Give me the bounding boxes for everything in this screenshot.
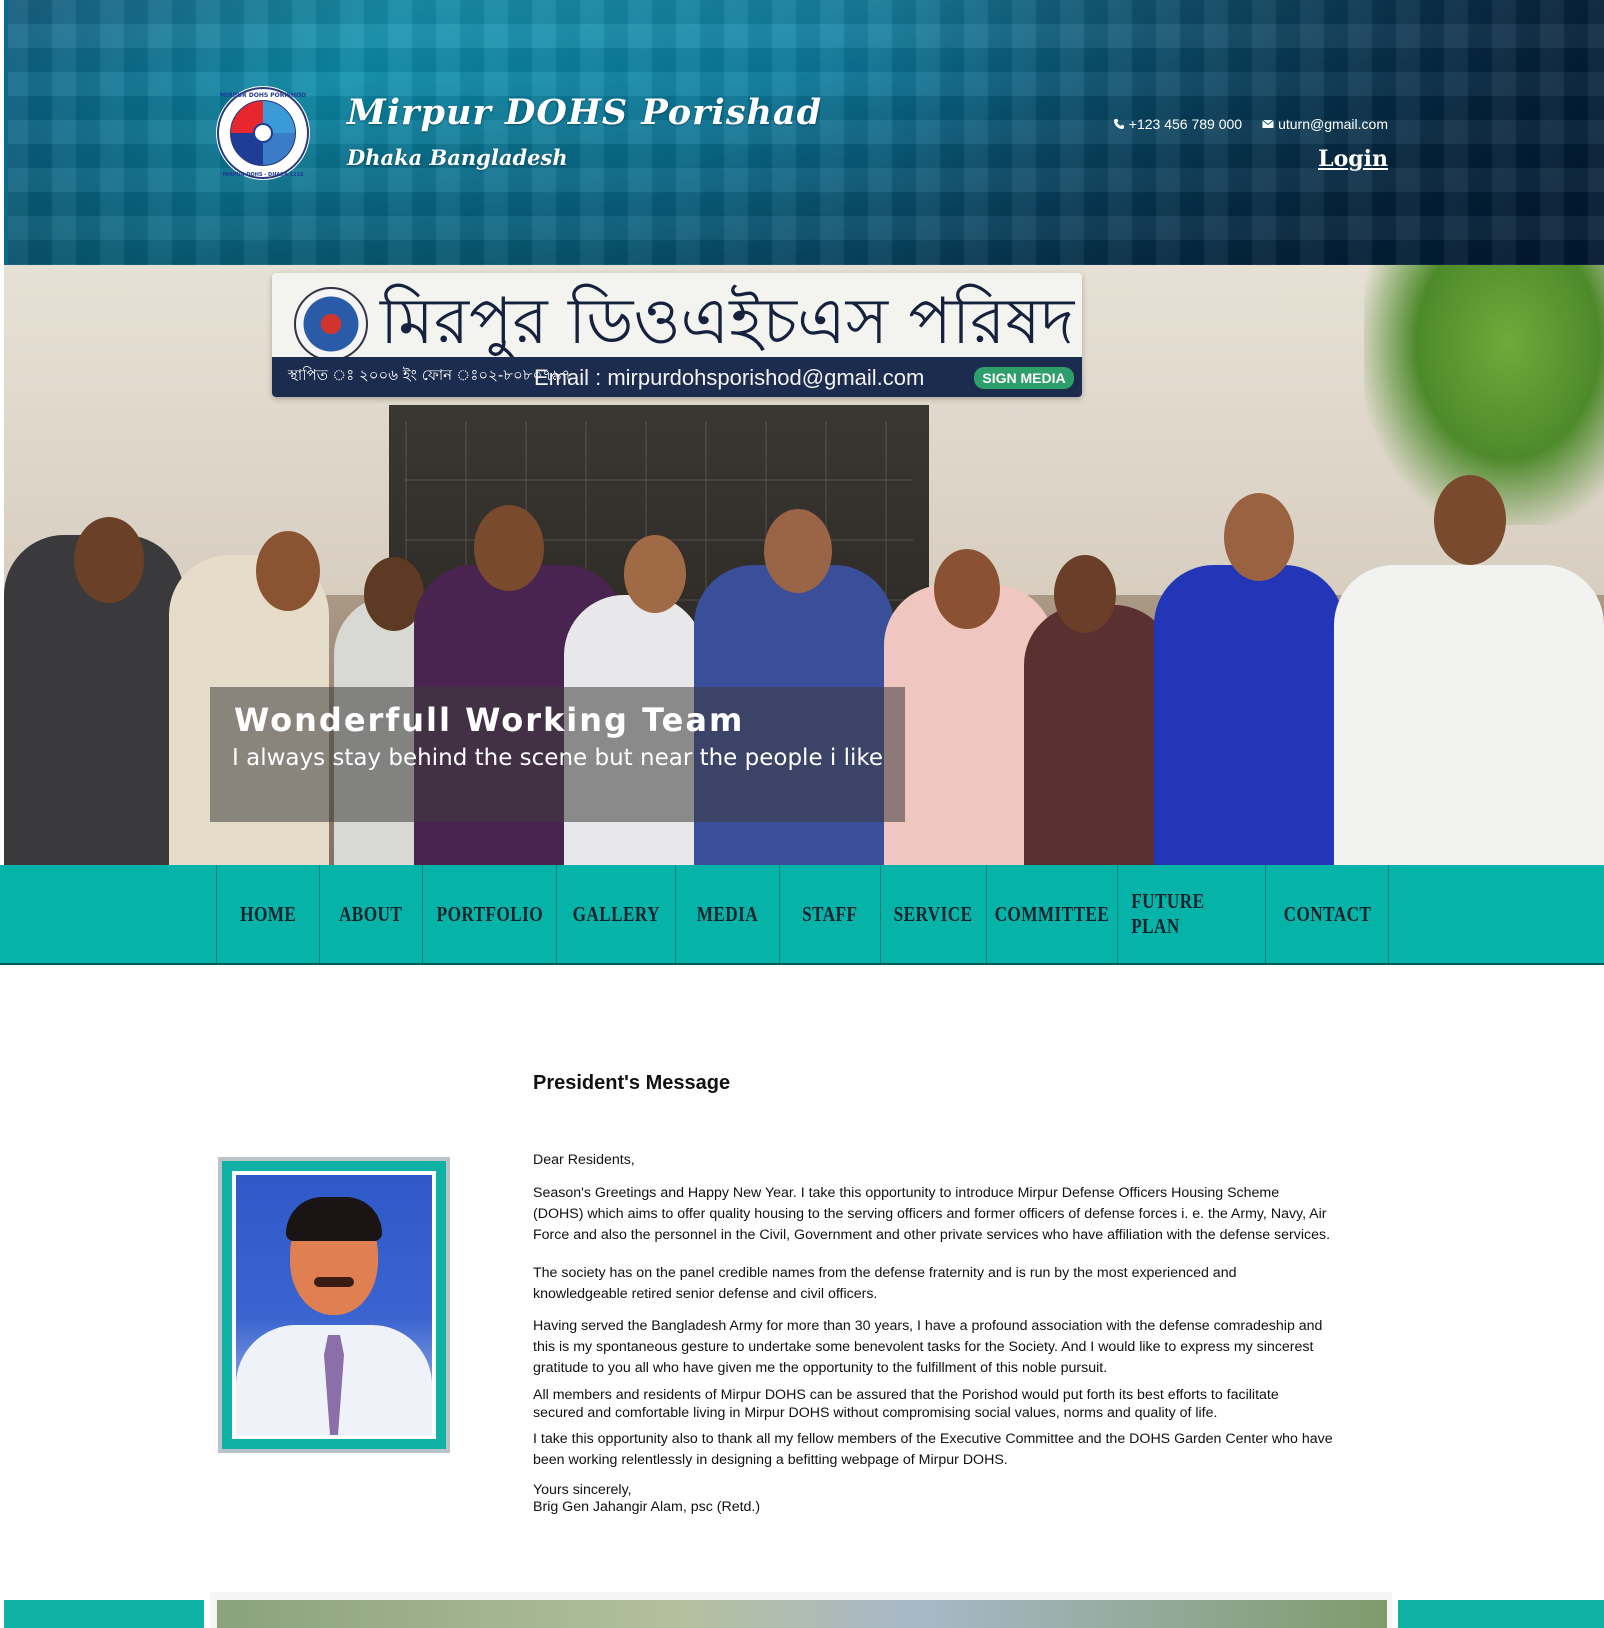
nav-item-future-plan[interactable]: FUTURE PLAN — [1118, 865, 1266, 963]
contact-info: +123 456 789 000 uturn@gmail.com — [1113, 116, 1388, 132]
nav-item-label: FUTURE PLAN — [1131, 889, 1205, 938]
site-subtitle: Dhaka Bangladesh — [347, 145, 568, 170]
nav-item-label: ABOUT — [339, 901, 403, 926]
nav-item-label: STAFF — [802, 901, 858, 926]
footer-banner-image — [217, 1600, 1387, 1628]
envelope-icon — [1262, 119, 1274, 128]
nav-item-staff[interactable]: STAFF — [780, 865, 881, 963]
president-portrait — [218, 1157, 450, 1453]
nav-item-label: GALLERY — [572, 901, 660, 926]
signboard-badge: SIGN MEDIA — [974, 367, 1074, 389]
nav-item-label: HOME — [239, 901, 297, 926]
section-title: President's Message — [533, 1072, 731, 1094]
slide-caption-title: Wonderfull Working Team — [234, 701, 745, 739]
slide-caption: Wonderfull Working Team I always stay be… — [210, 687, 905, 822]
office-signboard: মিরপুর ডিওএইচএস পরিষদ স্থাপিত ঃ ২০০৬ ইং … — [272, 273, 1082, 397]
nav-item-label: SERVICE — [894, 901, 973, 926]
message-salutation: Dear Residents, — [533, 1152, 635, 1168]
nav-item-gallery[interactable]: GALLERY — [557, 865, 676, 963]
message-closing: Yours sincerely, — [533, 1482, 632, 1498]
phone-contact[interactable]: +123 456 789 000 — [1113, 116, 1242, 132]
phone-icon — [1113, 119, 1124, 129]
hero-slider[interactable]: মিরপুর ডিওএইচএস পরিষদ স্থাপিত ঃ ২০০৬ ইং … — [4, 265, 1604, 865]
message-paragraph: All members and residents of Mirpur DOHS… — [533, 1387, 1279, 1421]
president-photo — [236, 1175, 432, 1435]
message-paragraph: Having served the Bangladesh Army for mo… — [533, 1318, 1323, 1376]
nav-item-label: COMMITTEE — [994, 901, 1110, 926]
logo-top-text: MIRPUR DOHS PORISHOD — [220, 92, 306, 99]
footer-accent-left — [4, 1600, 204, 1628]
email-address: uturn@gmail.com — [1278, 116, 1388, 132]
nav-item-home[interactable]: HOME — [217, 865, 320, 963]
phone-number: +123 456 789 000 — [1128, 116, 1243, 132]
email-contact[interactable]: uturn@gmail.com — [1262, 116, 1388, 132]
nav-item-service[interactable]: SERVICE — [881, 865, 987, 963]
login-link[interactable]: Login — [1318, 146, 1388, 172]
main-navigation: HOME ABOUT PORTFOLIO GALLERY MEDIA STAFF… — [0, 865, 1604, 965]
nav-item-about[interactable]: ABOUT — [320, 865, 423, 963]
nav-item-contact[interactable]: CONTACT — [1266, 865, 1389, 963]
site-header: MIRPUR DOHS PORISHOD MIRPUR DOHS - DHAKA… — [4, 0, 1604, 265]
nav-item-committee[interactable]: COMMITTEE — [987, 865, 1118, 963]
signboard-info: স্থাপিত ঃ ২০০৬ ইং ফোন ঃ০২-৮০৮০৭৯৭ — [288, 366, 572, 384]
message-paragraph: The society has on the panel credible na… — [533, 1265, 1237, 1302]
slide-caption-text: I always stay behind the scene but near … — [232, 745, 884, 771]
site-logo[interactable]: MIRPUR DOHS PORISHOD MIRPUR DOHS - DHAKA… — [216, 86, 310, 180]
nav-item-portfolio[interactable]: PORTFOLIO — [423, 865, 557, 963]
message-body: Dear Residents, Season's Greetings and H… — [533, 1150, 1333, 1516]
site-title[interactable]: Mirpur DOHS Porishad — [347, 92, 822, 133]
message-paragraph: I take this opportunity also to thank al… — [533, 1431, 1333, 1468]
nav-item-media[interactable]: MEDIA — [676, 865, 780, 963]
logo-bottom-text: MIRPUR DOHS - DHAKA 1216 — [222, 172, 304, 178]
signboard-emblem-icon — [294, 287, 368, 361]
nav-item-label: CONTACT — [1283, 901, 1371, 926]
footer-accent-right — [1398, 1600, 1604, 1628]
signboard-email: Email : mirpurdohsporishod@gmail.com — [534, 365, 925, 390]
message-paragraph: Season's Greetings and Happy New Year. I… — [533, 1185, 1331, 1243]
message-signature: Brig Gen Jahangir Alam, psc (Retd.) — [533, 1499, 761, 1515]
header-edge — [4, 0, 8, 265]
nav-item-label: PORTFOLIO — [436, 901, 543, 926]
nav-item-label: MEDIA — [696, 901, 759, 926]
